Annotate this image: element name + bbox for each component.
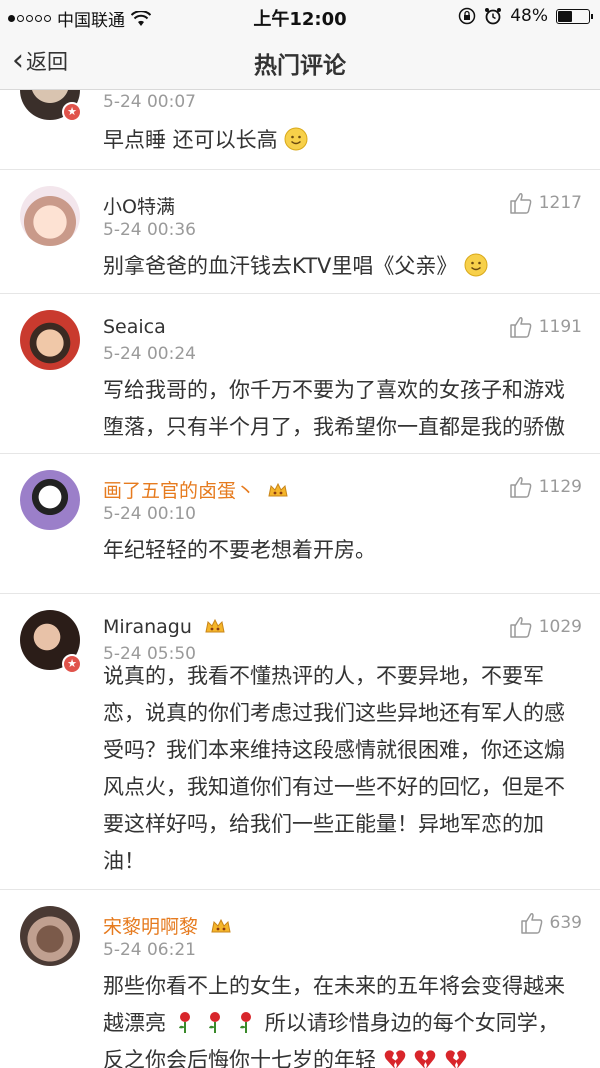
comment-time: 5-24 00:24: [103, 344, 196, 364]
rotation-lock-icon: [458, 7, 476, 25]
comment-username-text: Miranagu: [103, 616, 192, 638]
comment-item: 小O特满 5-24 00:36 1217 别拿爸爸的血汗钱去KTV里唱《父亲》: [0, 170, 600, 294]
like-button[interactable]: 1129: [509, 476, 582, 498]
smile-emoji-icon: [284, 127, 308, 151]
status-bar: 中国联通 上午12:00 48%: [0, 0, 600, 32]
rose-emoji-icon: [240, 1012, 252, 1033]
like-button[interactable]: 1029: [509, 616, 582, 638]
comment-text-segment: 反之你会后悔你十七岁的年轻: [103, 1048, 376, 1068]
like-count: 1129: [538, 477, 582, 497]
comment-item: 宋黎明啊黎 5-24 06:21 639 那些你看不上的女生，在未来的五年将会变…: [0, 890, 600, 1068]
comment-username[interactable]: Seaica: [103, 316, 166, 338]
comment-list: ★ 5-24 00:07 早点睡 还可以长高 小O特满 5-24 00:36 1…: [0, 90, 600, 1068]
like-count: 1029: [538, 617, 582, 637]
like-count: 1191: [538, 317, 582, 337]
navigation-bar: ‹ 返回 热门评论: [0, 32, 600, 90]
avatar[interactable]: [20, 186, 80, 246]
comment-username-text: 宋黎明啊黎: [103, 916, 199, 938]
comment-text-line: 恋，说真的你们考虑过我们这些异地还有军人的感: [103, 701, 565, 725]
battery-percent: 48%: [510, 6, 548, 26]
comment-text-segment: 越漂亮: [103, 1011, 166, 1035]
comment-text-line: 堕落，只有半个月了，我希望你一直都是我的骄傲: [103, 415, 565, 439]
comment-text-line: 别拿爸爸的血汗钱去KTV里唱《父亲》: [103, 254, 458, 278]
comment-time: 5-24 00:36: [103, 220, 196, 240]
comment-text: 写给我哥的，你千万不要为了喜欢的女孩子和游戏 堕落，只有半个月了，我希望你一直都…: [103, 372, 580, 446]
rose-emoji-icon: [209, 1012, 221, 1033]
broken-heart-emoji-icon: [384, 1050, 405, 1068]
battery-icon: [556, 8, 593, 24]
comment-time: 5-24 00:07: [103, 92, 196, 112]
thumbs-up-icon: [509, 317, 532, 338]
comment-time: 5-24 06:21: [103, 940, 196, 960]
thumbs-up-icon: [509, 193, 532, 214]
comment-text-segment: 所以请珍惜身边的每个女同学，: [264, 1011, 559, 1035]
thumbs-up-icon: [520, 913, 542, 934]
like-button[interactable]: 1217: [509, 192, 582, 214]
comment-item: Seaica 5-24 00:24 1191 写给我哥的，你千万不要为了喜欢的女…: [0, 294, 600, 454]
avatar[interactable]: [20, 470, 80, 530]
rose-emoji-icon: [178, 1012, 190, 1033]
comment-username[interactable]: Miranagu: [103, 616, 226, 638]
comment-text-line: 受吗？我们本来维持这段感情就很困难，你还这煽: [103, 738, 565, 762]
like-count: 1217: [538, 193, 582, 213]
comment-text-line: 说真的，我看不懂热评的人，不要异地，不要军: [103, 664, 544, 688]
verified-badge-icon: ★: [62, 654, 82, 674]
like-count: 639: [549, 913, 582, 933]
avatar[interactable]: [20, 906, 80, 966]
like-button[interactable]: 1191: [509, 316, 582, 338]
comment-text-line: 要这样好吗，给我们一些正能量！异地军恋的加: [103, 812, 544, 836]
comment-item: ★ 5-24 00:07 早点睡 还可以长高: [0, 90, 600, 170]
comment-item: ★ Miranagu 5-24 05:50 1029 说真的，我看不懂热评的人，…: [0, 594, 600, 890]
comment-text-line: 反之你会后悔你十七岁的年轻: [103, 1042, 580, 1068]
crown-badge-icon: [205, 618, 225, 633]
alarm-icon: [485, 8, 502, 25]
comment-text: 早点睡 还可以长高: [103, 122, 580, 159]
verified-badge-icon: ★: [62, 102, 82, 122]
page-title: 热门评论: [254, 53, 346, 79]
crown-badge-icon: [268, 482, 288, 497]
comment-text-line: 风点火，我知道你们有过一些不好的回忆，但是不: [103, 775, 565, 799]
comment-username[interactable]: 宋黎明啊黎: [103, 912, 232, 939]
comment-text-line: 越漂亮 所以请珍惜身边的每个女同学，: [103, 1005, 580, 1042]
comment-username-text: 画了五官的卤蛋丶: [103, 480, 256, 502]
comment-text-line: 那些你看不上的女生，在未来的五年将会变得越来: [103, 974, 565, 998]
comment-text: 年纪轻轻的不要老想着开房。: [103, 532, 580, 569]
comment-text-line: 写给我哥的，你千万不要为了喜欢的女孩子和游戏: [103, 378, 565, 402]
comment-username[interactable]: 小O特满: [103, 192, 175, 219]
avatar[interactable]: [20, 310, 80, 370]
broken-heart-emoji-icon: [415, 1050, 436, 1068]
thumbs-up-icon: [509, 477, 532, 498]
smile-emoji-icon: [464, 253, 488, 277]
like-button[interactable]: 639: [520, 912, 582, 934]
comment-text-line: 油！: [103, 849, 145, 873]
comment-text: 别拿爸爸的血汗钱去KTV里唱《父亲》: [103, 248, 580, 285]
broken-heart-emoji-icon: [445, 1050, 467, 1068]
comment-text: 说真的，我看不懂热评的人，不要异地，不要军 恋，说真的你们考虑过我们这些异地还有…: [103, 658, 580, 880]
comment-time: 5-24 00:10: [103, 504, 196, 524]
comment-username[interactable]: 画了五官的卤蛋丶: [103, 476, 289, 503]
thumbs-up-icon: [509, 617, 532, 638]
comment-text: 那些你看不上的女生，在未来的五年将会变得越来 越漂亮 所以请珍惜身边的每个女同学…: [103, 968, 580, 1068]
comment-text-line: 早点睡 还可以长高: [103, 128, 278, 152]
comment-item: 画了五官的卤蛋丶 5-24 00:10 1129 年纪轻轻的不要老想着开房。: [0, 454, 600, 594]
comment-text-line: 年纪轻轻的不要老想着开房。: [103, 538, 376, 562]
crown-badge-icon: [211, 918, 231, 933]
